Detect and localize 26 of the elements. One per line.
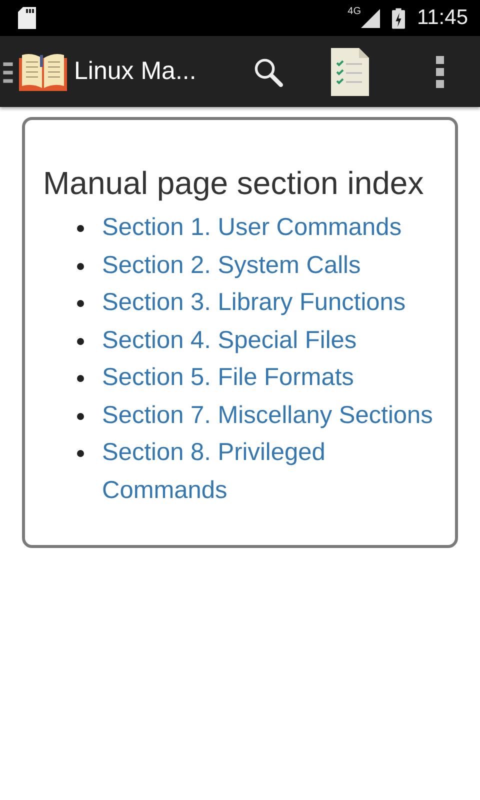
section-link[interactable]: Section 7. Miscellany Sections: [102, 396, 433, 434]
network-type: 4G: [348, 6, 361, 17]
bullet-icon: [77, 225, 84, 232]
clock-time: 11:45: [417, 6, 468, 30]
bullet-icon: [77, 338, 84, 344]
signal-icon: [361, 8, 380, 28]
section-link[interactable]: Section 5. File Formats: [102, 359, 354, 396]
section-link[interactable]: Section 3. Library Functions: [102, 284, 406, 322]
more-options-icon: [435, 56, 445, 88]
checklist-document-icon: [331, 48, 369, 96]
sd-card-icon: [18, 7, 36, 29]
bullet-icon: [77, 375, 84, 382]
app-title: Linux Ma...: [74, 57, 196, 86]
section-link[interactable]: Section 1. User Commands: [102, 209, 402, 246]
search-icon: [253, 56, 283, 86]
section-link[interactable]: Section 8. Privileged Commands: [102, 434, 443, 509]
page-heading: Manual page section index: [43, 164, 425, 203]
menu-icon: [0, 60, 16, 84]
open-book-icon: [18, 52, 68, 92]
section-link[interactable]: Section 2. System Calls: [102, 246, 361, 284]
battery-icon: [392, 8, 405, 28]
bullet-icon: [77, 412, 84, 420]
section-link[interactable]: Section 4. Special Files: [102, 322, 357, 359]
bullet-icon: [77, 450, 84, 457]
bullet-icon: [77, 300, 84, 307]
bullet-icon: [77, 262, 84, 270]
